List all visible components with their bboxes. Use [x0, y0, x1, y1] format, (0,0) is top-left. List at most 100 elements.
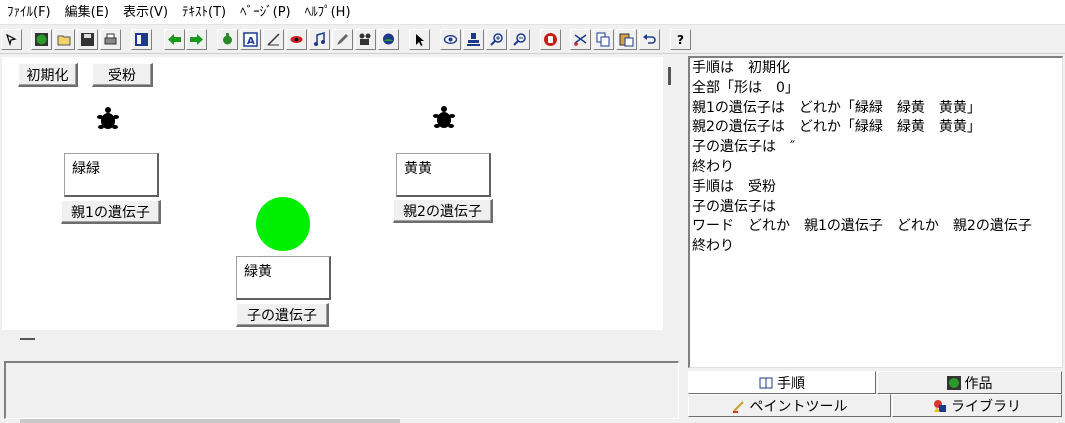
tab-work-label: 作品: [964, 375, 993, 392]
menu-file[interactable]: ﾌｧｲﾙ(F): [0, 0, 58, 25]
line-tool-icon: [267, 33, 280, 46]
code-line: 全部「形は 0」: [692, 79, 799, 96]
menu-page[interactable]: ﾍﾞｰｼﾞ(P): [233, 0, 297, 25]
flower-circle[interactable]: [256, 197, 310, 251]
line-tool-button[interactable]: [263, 29, 284, 50]
turtle-icon: [223, 32, 232, 45]
code-line: ワード どれか 親1の遺伝子 どれか 親2の遺伝子: [692, 218, 1032, 235]
cursor-button[interactable]: [409, 29, 430, 50]
svg-text:?: ?: [677, 33, 684, 47]
menu-help[interactable]: ﾍﾙﾌﾟ(H): [298, 0, 358, 25]
arrow-left-icon: [168, 34, 181, 45]
pointer-small-icon: [5, 33, 17, 47]
paste-button[interactable]: [616, 29, 637, 50]
pencil-icon: [337, 34, 348, 45]
stamp-button[interactable]: [463, 29, 484, 50]
music-note-icon: [314, 32, 325, 46]
undo-button[interactable]: [639, 29, 660, 50]
pollinate-button[interactable]: 受粉: [92, 63, 153, 87]
pencil-button[interactable]: [332, 29, 353, 50]
code-line: 手順は 初期化: [692, 60, 790, 76]
horizontal-scrollbar[interactable]: [20, 419, 400, 423]
eye-button[interactable]: [286, 29, 307, 50]
text-box-icon: A: [243, 32, 258, 47]
svg-text:A: A: [247, 36, 255, 47]
code-line: 親1の遺伝子は どれか「緑緑 緑黄 黄黄」: [692, 99, 981, 116]
page-layout-icon: [135, 33, 148, 46]
toolbar: A ?: [0, 26, 1065, 54]
back-button[interactable]: [164, 29, 185, 50]
tab-paint-tool[interactable]: ペイントツール: [688, 394, 891, 417]
zoom-out-button[interactable]: [509, 29, 530, 50]
code-editor[interactable]: 手順は 初期化 全部「形は 0」 親1の遺伝子は どれか「緑緑 緑黄 黄黄」 親…: [688, 56, 1063, 368]
camera-button[interactable]: [355, 29, 376, 50]
look-icon: [443, 35, 458, 44]
book-icon: [759, 377, 773, 388]
menu-bar: ﾌｧｲﾙ(F) 編集(E) 表示(V) ﾃｷｽﾄ(T) ﾍﾞｰｼﾞ(P) ﾍﾙﾌ…: [0, 0, 1065, 25]
eye-icon: [290, 36, 303, 43]
zoom-in-button[interactable]: [486, 29, 507, 50]
zoom-out-icon: [513, 33, 526, 46]
code-line: 子の遺伝子は: [692, 198, 776, 215]
pointer-small-button[interactable]: [1, 29, 22, 50]
forward-button[interactable]: [186, 29, 207, 50]
copy-button[interactable]: [593, 29, 614, 50]
parent1-gene-box: 緑緑: [64, 153, 159, 197]
arrow-right-icon: [190, 34, 203, 45]
zoom-in-icon: [490, 33, 503, 46]
print-icon: [104, 33, 117, 45]
help-icon: ?: [677, 33, 684, 47]
stage-canvas[interactable]: 初期化 受粉 緑緑 親1の遺伝子 黄黄 親2の遺伝子 緑黄 子の遺伝子: [2, 57, 663, 330]
save-button[interactable]: [77, 29, 98, 50]
tab-procedure-label: 手順: [777, 375, 805, 392]
init-button[interactable]: 初期化: [18, 63, 78, 87]
splitter-handle[interactable]: [20, 338, 35, 340]
tab-library[interactable]: ライブラリ: [892, 394, 1062, 417]
stop-hand-icon: [544, 33, 557, 46]
shapes-icon: [934, 399, 946, 412]
camera-icon: [359, 33, 371, 45]
page-layout-button[interactable]: [131, 29, 152, 50]
open-folder-icon: [57, 35, 71, 46]
code-line: 終わり: [692, 158, 734, 175]
turtle-button[interactable]: [217, 29, 238, 50]
code-line: 手順は 受粉: [692, 178, 776, 195]
cut-button[interactable]: [570, 29, 591, 50]
code-line: 終わり: [692, 238, 734, 255]
menu-edit[interactable]: 編集(E): [58, 0, 116, 25]
open-button[interactable]: [54, 29, 75, 50]
parent2-gene-box: 黄黄: [396, 153, 491, 197]
code-line: 子の遺伝子は ″: [692, 139, 796, 156]
globe-icon: [946, 375, 961, 390]
music-button[interactable]: [309, 29, 330, 50]
new-globe-icon: [35, 33, 48, 46]
look-button[interactable]: [440, 29, 461, 50]
child-gene-box: 緑黄: [236, 256, 331, 300]
stage-scrollbar[interactable]: [668, 67, 671, 85]
menu-view[interactable]: 表示(V): [116, 0, 175, 25]
tab-paint-tool-label: ペイントツール: [749, 398, 848, 415]
help-button[interactable]: ?: [670, 29, 691, 50]
tab-library-label: ライブラリ: [951, 398, 1021, 415]
copy-icon: [596, 32, 610, 47]
message-panel: [4, 361, 679, 419]
text-box-button[interactable]: A: [240, 29, 261, 50]
tab-procedure[interactable]: 手順: [688, 371, 876, 394]
stamp-icon: [467, 33, 480, 46]
menu-text[interactable]: ﾃｷｽﾄ(T): [175, 0, 233, 25]
parent1-gene-label[interactable]: 親1の遺伝子: [61, 200, 161, 224]
cursor-icon: [416, 34, 424, 46]
print-button[interactable]: [100, 29, 121, 50]
turtle-icon[interactable]: [432, 105, 456, 131]
code-line: 親2の遺伝子は どれか「緑緑 緑黄 黄黄」: [692, 119, 981, 136]
child-gene-label[interactable]: 子の遺伝子: [236, 303, 329, 327]
save-disk-icon: [81, 33, 94, 46]
undo-icon: [643, 34, 656, 44]
paste-icon: [619, 33, 634, 47]
parent2-gene-label[interactable]: 親2の遺伝子: [393, 199, 493, 223]
tab-work[interactable]: 作品: [877, 371, 1062, 394]
turtle-icon[interactable]: [96, 106, 120, 132]
stop-button[interactable]: [540, 29, 561, 50]
world-button[interactable]: [378, 29, 399, 50]
new-button[interactable]: [31, 29, 52, 50]
